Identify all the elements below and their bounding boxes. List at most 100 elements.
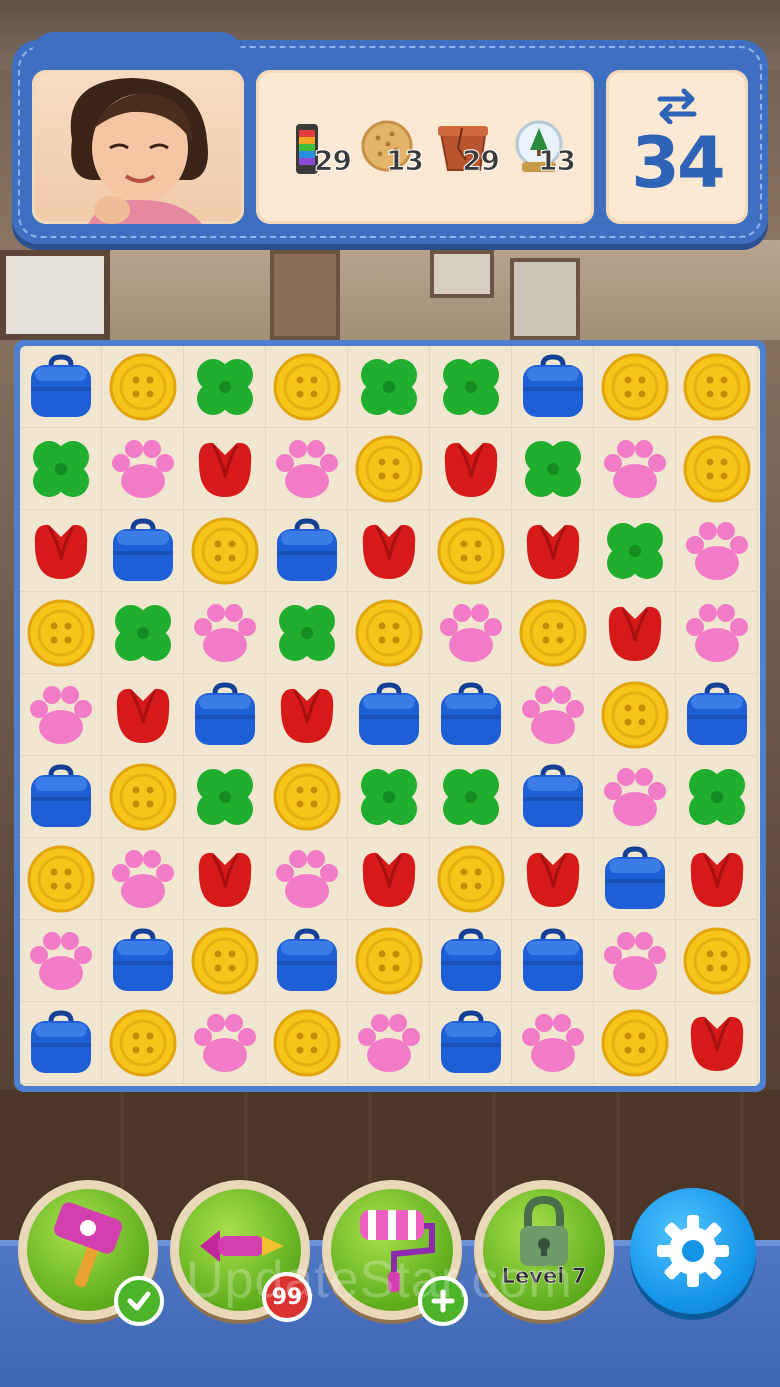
tile-button[interactable] bbox=[266, 1002, 348, 1084]
tile-paw[interactable] bbox=[594, 756, 676, 838]
tile-tulip[interactable] bbox=[676, 838, 758, 920]
tile-button[interactable] bbox=[676, 920, 758, 1002]
tile-bag[interactable] bbox=[512, 920, 594, 1002]
bag-icon bbox=[523, 928, 583, 991]
tile-button[interactable] bbox=[266, 756, 348, 838]
tile-bag[interactable] bbox=[430, 674, 512, 756]
tile-paw[interactable] bbox=[184, 592, 266, 674]
tile-button[interactable] bbox=[676, 346, 758, 428]
tile-paw[interactable] bbox=[266, 428, 348, 510]
hammer-booster-button[interactable] bbox=[18, 1180, 164, 1326]
tile-paw[interactable] bbox=[594, 920, 676, 1002]
paw-icon bbox=[440, 604, 502, 662]
tile-button[interactable] bbox=[430, 510, 512, 592]
tile-tulip[interactable] bbox=[676, 1002, 758, 1084]
tile-bag[interactable] bbox=[430, 1002, 512, 1084]
tile-bag[interactable] bbox=[184, 674, 266, 756]
tile-paw[interactable] bbox=[594, 428, 676, 510]
tile-button[interactable] bbox=[20, 592, 102, 674]
tile-bag[interactable] bbox=[102, 510, 184, 592]
tile-tulip[interactable] bbox=[512, 838, 594, 920]
tile-clover[interactable] bbox=[184, 346, 266, 428]
tile-clover[interactable] bbox=[102, 592, 184, 674]
watermark-text: UpdateStar.com bbox=[186, 1251, 573, 1309]
button-icon bbox=[437, 845, 505, 913]
tile-tulip[interactable] bbox=[348, 510, 430, 592]
tile-bag[interactable] bbox=[348, 674, 430, 756]
button-icon bbox=[273, 353, 341, 421]
tile-button[interactable] bbox=[184, 510, 266, 592]
character-avatar bbox=[70, 78, 208, 224]
bag-icon bbox=[523, 354, 583, 417]
moves-remaining: 34 bbox=[631, 122, 725, 204]
tile-paw[interactable] bbox=[430, 592, 512, 674]
paw-icon bbox=[686, 604, 748, 662]
tile-tulip[interactable] bbox=[184, 428, 266, 510]
tile-tulip[interactable] bbox=[348, 838, 430, 920]
clover-icon bbox=[525, 441, 581, 497]
tile-bag[interactable] bbox=[430, 920, 512, 1002]
tile-tulip[interactable] bbox=[594, 592, 676, 674]
tile-clover[interactable] bbox=[266, 592, 348, 674]
tile-clover[interactable] bbox=[512, 428, 594, 510]
tile-paw[interactable] bbox=[184, 1002, 266, 1084]
paw-icon bbox=[522, 686, 584, 744]
tile-button[interactable] bbox=[430, 838, 512, 920]
tile-bag[interactable] bbox=[20, 1002, 102, 1084]
tile-button[interactable] bbox=[184, 920, 266, 1002]
tile-bag[interactable] bbox=[102, 920, 184, 1002]
tile-button[interactable] bbox=[266, 346, 348, 428]
tile-bag[interactable] bbox=[512, 346, 594, 428]
tile-paw[interactable] bbox=[102, 838, 184, 920]
tile-paw[interactable] bbox=[512, 674, 594, 756]
bag-icon bbox=[441, 682, 501, 745]
tile-button[interactable] bbox=[512, 592, 594, 674]
tile-bag[interactable] bbox=[266, 920, 348, 1002]
tile-paw[interactable] bbox=[512, 1002, 594, 1084]
tile-button[interactable] bbox=[594, 1002, 676, 1084]
goal-count: 13 bbox=[386, 144, 425, 178]
tile-clover[interactable] bbox=[348, 346, 430, 428]
tile-clover[interactable] bbox=[430, 346, 512, 428]
tile-paw[interactable] bbox=[348, 1002, 430, 1084]
tile-bag[interactable] bbox=[20, 756, 102, 838]
tile-button[interactable] bbox=[102, 756, 184, 838]
tile-tulip[interactable] bbox=[20, 510, 102, 592]
tile-clover[interactable] bbox=[430, 756, 512, 838]
button-icon bbox=[355, 435, 423, 503]
tile-tulip[interactable] bbox=[512, 510, 594, 592]
settings-button[interactable] bbox=[630, 1188, 756, 1314]
tile-paw[interactable] bbox=[676, 510, 758, 592]
tile-clover[interactable] bbox=[676, 756, 758, 838]
tile-button[interactable] bbox=[102, 1002, 184, 1084]
tile-bag[interactable] bbox=[266, 510, 348, 592]
tile-tulip[interactable] bbox=[184, 838, 266, 920]
tile-tulip[interactable] bbox=[266, 674, 348, 756]
tile-button[interactable] bbox=[102, 346, 184, 428]
tile-clover[interactable] bbox=[348, 756, 430, 838]
tile-tulip[interactable] bbox=[430, 428, 512, 510]
tile-clover[interactable] bbox=[594, 510, 676, 592]
tile-button[interactable] bbox=[676, 428, 758, 510]
tile-button[interactable] bbox=[594, 674, 676, 756]
tile-tulip[interactable] bbox=[102, 674, 184, 756]
tile-bag[interactable] bbox=[594, 838, 676, 920]
tile-paw[interactable] bbox=[102, 428, 184, 510]
bag-icon bbox=[31, 1010, 91, 1073]
tile-paw[interactable] bbox=[20, 920, 102, 1002]
clover-icon bbox=[607, 523, 663, 579]
tile-paw[interactable] bbox=[676, 592, 758, 674]
tile-bag[interactable] bbox=[512, 756, 594, 838]
tile-bag[interactable] bbox=[676, 674, 758, 756]
tile-clover[interactable] bbox=[20, 428, 102, 510]
bag-icon bbox=[441, 928, 501, 991]
tile-button[interactable] bbox=[348, 920, 430, 1002]
tile-button[interactable] bbox=[594, 346, 676, 428]
tile-button[interactable] bbox=[20, 838, 102, 920]
tile-button[interactable] bbox=[348, 592, 430, 674]
tile-paw[interactable] bbox=[20, 674, 102, 756]
tile-paw[interactable] bbox=[266, 838, 348, 920]
tile-bag[interactable] bbox=[20, 346, 102, 428]
tile-button[interactable] bbox=[348, 428, 430, 510]
tile-clover[interactable] bbox=[184, 756, 266, 838]
